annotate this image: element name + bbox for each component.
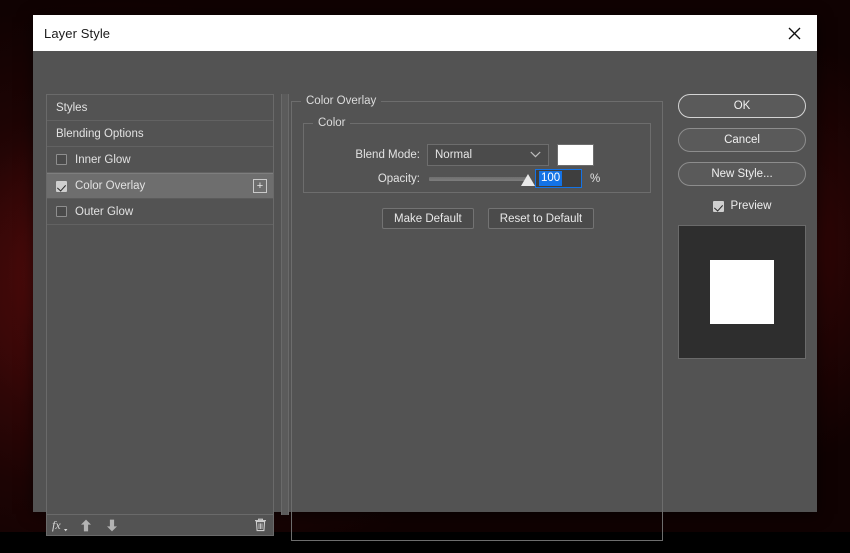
close-icon[interactable] xyxy=(771,15,817,51)
preview-swatch xyxy=(710,260,774,324)
fx-icon[interactable]: fx xyxy=(47,515,73,536)
sidebar-item-blending-options[interactable]: Blending Options xyxy=(47,121,273,147)
dialog-title: Layer Style xyxy=(44,26,110,41)
sidebar-item-label: Inner Glow xyxy=(75,154,131,166)
sidebar-item-outer-glow[interactable]: Outer Glow xyxy=(47,199,273,225)
inner-glow-checkbox[interactable] xyxy=(56,154,67,165)
preview-checkbox[interactable] xyxy=(713,201,724,212)
cancel-button[interactable]: Cancel xyxy=(678,128,806,152)
dialog-body: Styles Blending Options Inner Glow Color… xyxy=(33,51,817,512)
arrow-down-icon[interactable] xyxy=(99,515,125,536)
opacity-label: Opacity: xyxy=(304,173,420,185)
sidebar-item-styles[interactable]: Styles xyxy=(47,95,273,121)
main-panel: Color Overlay Color Blend Mode: Normal xyxy=(291,94,663,553)
new-style-button[interactable]: New Style... xyxy=(678,162,806,186)
default-buttons-row: Make Default Reset to Default xyxy=(382,208,594,229)
opacity-value: 100 xyxy=(539,171,562,186)
sidebar-item-color-overlay[interactable]: Color Overlay + xyxy=(47,173,273,199)
color-group-title: Color xyxy=(313,117,350,129)
trash-icon[interactable] xyxy=(247,515,273,536)
color-overlay-group-title: Color Overlay xyxy=(301,95,381,107)
color-overlay-group: Color Overlay Color Blend Mode: Normal xyxy=(291,101,663,541)
opacity-slider[interactable] xyxy=(429,170,530,188)
color-swatch-button[interactable] xyxy=(557,144,594,166)
sidebar-item-inner-glow[interactable]: Inner Glow xyxy=(47,147,273,173)
opacity-input[interactable]: 100 xyxy=(535,169,582,188)
dialog-titlebar: Layer Style xyxy=(33,15,817,51)
layer-style-dialog: Layer Style Styles Blending Options Inne… xyxy=(33,15,817,512)
sidebar-item-label: Outer Glow xyxy=(75,206,133,218)
preview-label: Preview xyxy=(731,200,772,212)
add-effect-button[interactable]: + xyxy=(253,179,267,193)
opacity-slider-track xyxy=(429,177,530,181)
svg-text:fx: fx xyxy=(52,518,61,532)
action-column: OK Cancel New Style... Preview xyxy=(678,94,806,359)
outer-glow-checkbox[interactable] xyxy=(56,206,67,217)
arrow-up-icon[interactable] xyxy=(73,515,99,536)
opacity-row: Opacity: 100 % xyxy=(304,169,652,188)
styles-column: Styles Blending Options Inner Glow Color… xyxy=(46,94,274,536)
preview-checkbox-row[interactable]: Preview xyxy=(678,196,806,216)
opacity-slider-thumb[interactable] xyxy=(521,174,535,186)
chevron-down-icon xyxy=(530,149,541,161)
blend-mode-select[interactable]: Normal xyxy=(427,144,549,166)
preview-thumbnail xyxy=(678,225,806,359)
styles-toolbar: fx xyxy=(46,515,274,536)
styles-list: Styles Blending Options Inner Glow Color… xyxy=(46,94,274,515)
reset-to-default-button[interactable]: Reset to Default xyxy=(488,208,594,229)
sidebar-item-label: Blending Options xyxy=(56,128,144,140)
blend-mode-row: Blend Mode: Normal xyxy=(304,144,652,166)
blend-mode-label: Blend Mode: xyxy=(304,149,420,161)
column-scrollbar-track[interactable] xyxy=(281,94,289,515)
sidebar-item-label: Styles xyxy=(56,102,87,114)
make-default-button[interactable]: Make Default xyxy=(382,208,474,229)
blend-mode-value: Normal xyxy=(435,149,472,161)
color-group: Color Blend Mode: Normal xyxy=(303,123,651,193)
opacity-unit-label: % xyxy=(590,173,600,185)
sidebar-item-label: Color Overlay xyxy=(75,180,145,192)
ok-button[interactable]: OK xyxy=(678,94,806,118)
color-overlay-checkbox[interactable] xyxy=(56,181,67,192)
